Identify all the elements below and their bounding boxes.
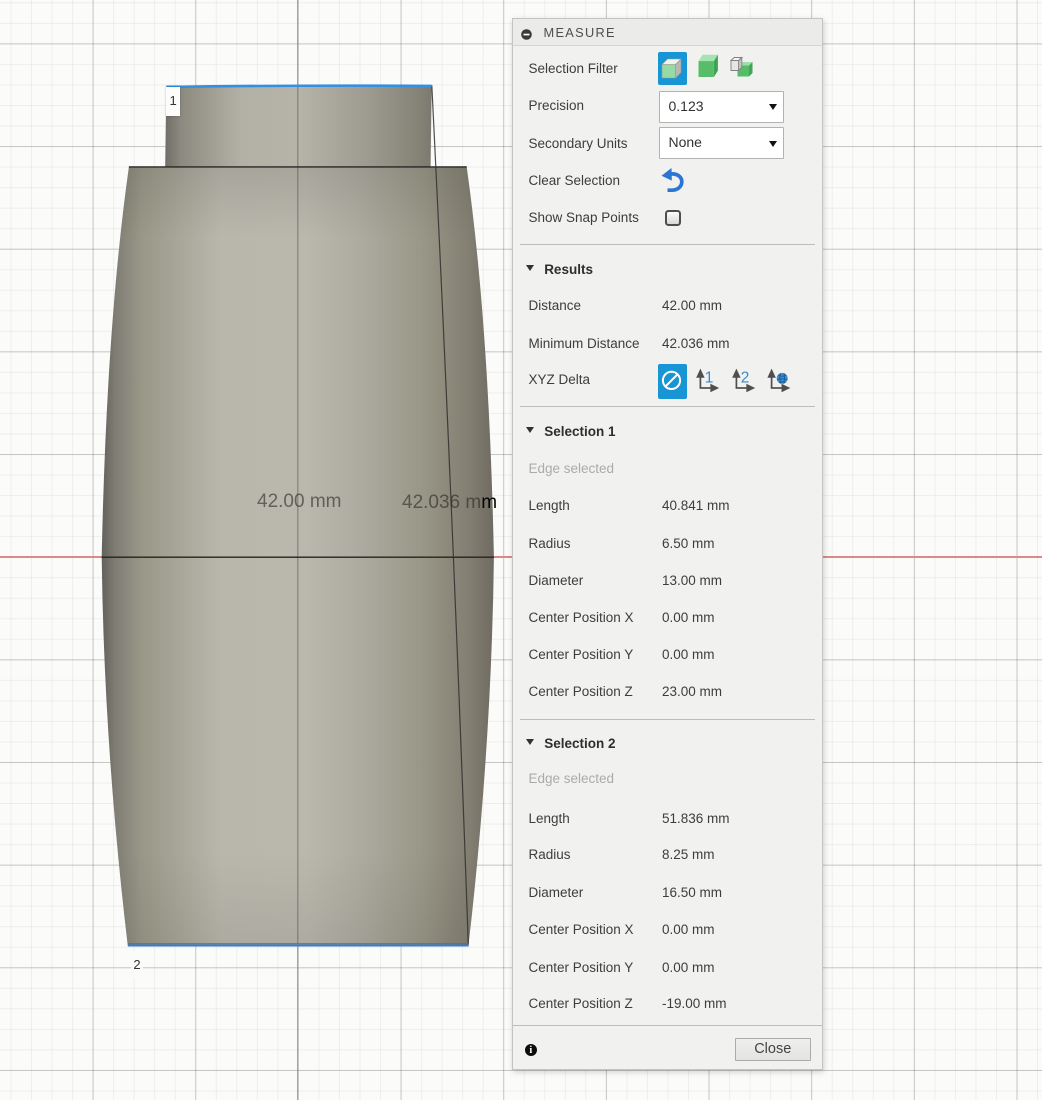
svg-text:2: 2: [741, 370, 750, 387]
svg-text:1: 1: [705, 370, 714, 387]
